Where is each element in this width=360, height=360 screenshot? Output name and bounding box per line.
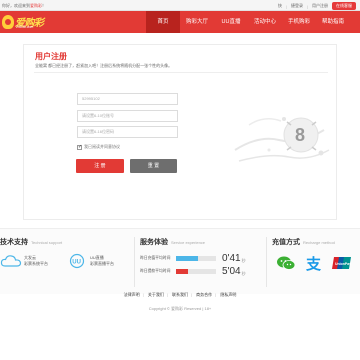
- tech-title-text: 技术支持: [0, 239, 28, 246]
- divider: [266, 237, 267, 287]
- tech-item-desc: 彩票直播平台: [90, 261, 114, 266]
- divider: [134, 237, 135, 287]
- nav-lottery-hall[interactable]: 购彩大厅: [180, 11, 214, 33]
- withdraw-time-fill: [176, 269, 188, 274]
- top-links: 快 | 捷登录 | 用户注册 在线客服: [278, 2, 356, 10]
- alipay-icon: 支: [305, 255, 322, 271]
- footer-link-privacy[interactable]: 隐私声明: [220, 292, 236, 297]
- logo-icon: [2, 15, 14, 29]
- account-row: 设置账号： 请设置6-10位账号: [24, 110, 224, 122]
- withdraw-time-bar: [176, 269, 216, 274]
- logo-domain: 23638.com: [16, 25, 34, 29]
- footer-link-about[interactable]: 关于我们: [148, 292, 164, 297]
- withdraw-time-label: 昨日提款平均时间: [140, 269, 171, 273]
- footer-links: 法律声明 | 关于我们 | 联系我们 | 商务合作 | 隐私声明: [0, 292, 360, 298]
- invite-code-row: 邀请码： 52995102: [24, 93, 224, 105]
- register-title: 用户注册: [35, 52, 67, 61]
- register-panel: 用户注册 全能窝 都已经注册了，赶紧加入吧！注册后系统将随机分配一张个性的头像。…: [23, 44, 337, 220]
- invite-code-input[interactable]: 52995102: [77, 93, 178, 105]
- deposit-time-row: 昨日充值平均时间 0'41 秒: [140, 253, 246, 264]
- svg-text:UnionPay: UnionPay: [335, 262, 351, 266]
- online-service-button[interactable]: 在线客服: [332, 2, 356, 10]
- deposit-time-bar: [176, 256, 216, 261]
- account-input[interactable]: 请设置6-10位账号: [77, 110, 178, 122]
- tech-support-column: 技术支持 Technical support 大发云 彩票系统平台 UU UU直播彩…: [0, 229, 132, 293]
- nav-mobile[interactable]: 手机购彩: [282, 11, 316, 33]
- register-button[interactable]: 注 册: [76, 159, 124, 173]
- divider: |: [285, 3, 287, 9]
- register-description: 全能窝 都已经注册了，赶紧加入吧！注册后系统将随机分配一张个性的头像。: [35, 63, 173, 68]
- footer-link-business[interactable]: 商务合作: [196, 292, 212, 297]
- tech-support-title: 技术支持 Technical support: [0, 237, 62, 247]
- welcome-separator: ！: [42, 3, 46, 8]
- payment-title-text: 充值方式: [272, 239, 300, 246]
- tech-item-dafayun[interactable]: 大发云 彩票系统平台: [0, 253, 48, 269]
- svg-text:支: 支: [305, 255, 322, 271]
- svg-text:UU: UU: [72, 260, 81, 266]
- nav-help[interactable]: 帮助指南: [316, 11, 350, 33]
- payment-icons: 支 UnionPay: [276, 255, 352, 271]
- main-nav: 首页 购彩大厅 UU直播 活动中心 手机购彩 帮助指南: [146, 11, 350, 33]
- withdraw-time-value: 5'04: [222, 266, 241, 277]
- site-logo[interactable]: 爱购彩 23638.com: [2, 13, 50, 31]
- divider: |: [306, 3, 308, 9]
- welcome-text: 你好，欢迎来到爱购彩！: [2, 3, 46, 9]
- password-row: 设置密码： 请设置6-16位密码: [24, 126, 224, 138]
- site-name-link[interactable]: 爱购彩: [30, 3, 42, 8]
- withdraw-time-unit: 秒: [241, 270, 246, 276]
- nav-uu-live[interactable]: UU直播: [214, 11, 248, 33]
- deposit-time-value: 0'41: [222, 253, 241, 264]
- divider: |: [166, 292, 168, 297]
- service-column: 服务体验 Service experience 昨日充值平均时间 0'41 秒 昨…: [140, 229, 264, 293]
- deposit-time-fill: [176, 256, 198, 261]
- password-input[interactable]: 请设置6-16位密码: [77, 126, 178, 138]
- service-title: 服务体验 Service experience: [140, 237, 205, 247]
- lottery-ball-illustration: 8: [234, 117, 330, 162]
- deposit-time-label: 昨日充值平均时间: [140, 256, 171, 260]
- agreement-label: 我已阅读并同意协议: [84, 144, 120, 149]
- payment-title: 充值方式 Recharge method: [272, 237, 335, 247]
- agreement-checkbox[interactable]: [77, 144, 82, 150]
- cloud-icon: [0, 255, 22, 267]
- payment-title-en: Recharge method: [303, 240, 335, 245]
- wechat-icon: [277, 256, 296, 270]
- tech-item-desc: 彩票系统平台: [24, 261, 48, 266]
- unionpay-icon: UnionPay: [332, 257, 351, 269]
- divider: |: [142, 292, 144, 297]
- svg-text:8: 8: [295, 125, 305, 145]
- quick-link[interactable]: 快: [278, 3, 282, 9]
- register-link[interactable]: 用户注册: [312, 3, 328, 9]
- info-section: 技术支持 Technical support 大发云 彩票系统平台 UU UU直播彩…: [0, 228, 360, 294]
- service-title-en: Service experience: [171, 240, 206, 245]
- welcome-prefix: 你好，欢迎来到: [2, 3, 30, 8]
- agreement-checkbox-row[interactable]: 我已阅读并同意协议: [77, 144, 120, 150]
- uu-live-icon: UU: [69, 253, 85, 269]
- divider: [34, 72, 328, 73]
- deposit-time-unit: 秒: [241, 257, 246, 263]
- top-bar: 你好，欢迎来到爱购彩！ 快 | 捷登录 | 用户注册 在线客服: [0, 0, 360, 11]
- login-link[interactable]: 捷登录: [291, 3, 303, 9]
- service-title-text: 服务体验: [140, 239, 168, 246]
- tech-item-uulive[interactable]: UU UU直播 彩票直播平台: [66, 253, 114, 269]
- tech-title-en: Technical support: [31, 240, 63, 245]
- nav-events[interactable]: 活动中心: [248, 11, 282, 33]
- divider: |: [215, 292, 217, 297]
- footer-link-contact[interactable]: 联系我们: [172, 292, 188, 297]
- footer-link-legal[interactable]: 法律声明: [124, 292, 140, 297]
- nav-home[interactable]: 首页: [146, 11, 180, 33]
- payment-column: 充值方式 Recharge method 支 UnionPay: [272, 229, 360, 293]
- divider: |: [191, 292, 193, 297]
- header: 爱购彩 23638.com 首页 购彩大厅 UU直播 活动中心 手机购彩 帮助指…: [0, 11, 360, 33]
- reset-button[interactable]: 重 置: [130, 159, 177, 173]
- withdraw-time-row: 昨日提款平均时间 5'04 秒: [140, 266, 246, 277]
- copyright: Copyright © 爱购彩 Reserved | 18+: [148, 306, 212, 311]
